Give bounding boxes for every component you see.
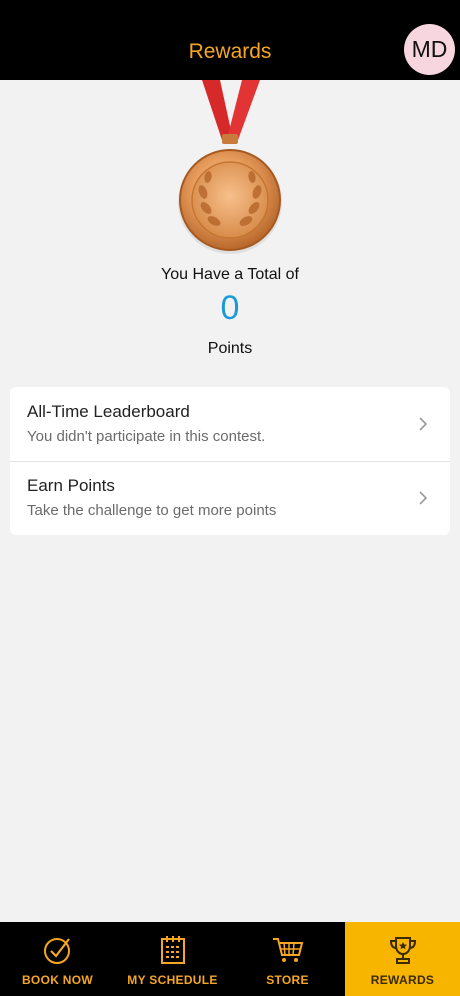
app-header: Rewards MD <box>0 0 460 80</box>
earn-points-row[interactable]: Earn Points Take the challenge to get mo… <box>10 461 450 535</box>
earn-points-subtitle: Take the challenge to get more points <box>27 502 277 519</box>
leaderboard-title: All-Time Leaderboard <box>27 402 190 421</box>
bottom-tab-bar: BOOK NOW MY SCHEDULE STORE REWARDS <box>0 922 460 996</box>
check-circle-icon <box>43 938 70 964</box>
tab-store[interactable]: STORE <box>230 922 345 996</box>
calendar-icon <box>160 936 185 964</box>
chevron-right-icon <box>419 417 428 431</box>
points-total-label: You Have a Total of <box>161 266 299 283</box>
page-title: Rewards <box>188 40 272 63</box>
cart-icon <box>272 938 303 962</box>
tab-rewards[interactable]: REWARDS <box>345 922 460 996</box>
bronze-medal-icon <box>170 80 290 260</box>
tab-store-label: STORE <box>266 973 309 987</box>
avatar[interactable]: MD <box>404 24 455 75</box>
rewards-options-card: All-Time Leaderboard You didn't particip… <box>10 387 450 535</box>
tab-my-schedule[interactable]: MY SCHEDULE <box>115 922 230 996</box>
tab-book-now-label: BOOK NOW <box>21 973 94 987</box>
leaderboard-row[interactable]: All-Time Leaderboard You didn't particip… <box>10 387 450 462</box>
tab-book-now[interactable]: BOOK NOW <box>0 922 115 996</box>
trophy-icon <box>389 937 416 964</box>
tab-my-schedule-label: MY SCHEDULE <box>127 973 218 987</box>
earn-points-title: Earn Points <box>27 476 115 495</box>
leaderboard-subtitle: You didn't participate in this contest. <box>27 428 266 445</box>
points-unit-label: Points <box>207 340 253 357</box>
points-value: 0 <box>220 289 240 327</box>
tab-rewards-label: REWARDS <box>370 973 435 987</box>
chevron-right-icon <box>419 491 428 505</box>
